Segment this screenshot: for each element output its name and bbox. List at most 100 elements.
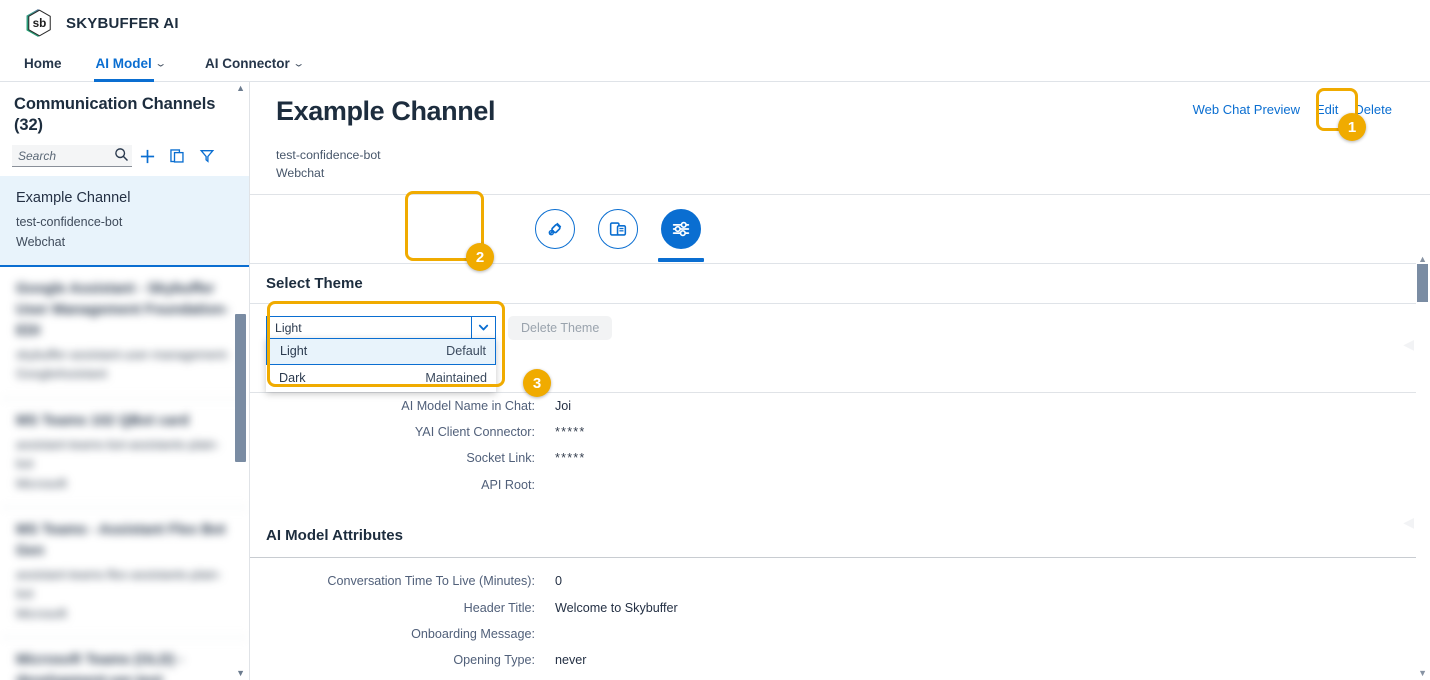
nav-item-ai-model[interactable]: AI Model [93, 44, 155, 82]
field-label: AI Model Name in Chat: [401, 398, 535, 413]
list-item[interactable]: MS Teams - Assistant Flex Bot Gen assist… [0, 508, 249, 639]
annotation-badge-3: 3 [523, 369, 551, 397]
field-label: Header Title: [463, 600, 535, 615]
skybuffer-hexagon-logo-icon: sb [26, 9, 51, 37]
list-item-title: MS Teams 102 QBot card [16, 412, 189, 429]
brand[interactable]: sb SKYBUFFER AI [22, 7, 179, 39]
scroll-up-arrow-icon[interactable]: ▲ [236, 84, 245, 93]
tab-devices[interactable] [598, 208, 638, 249]
sidebar-scrollbar[interactable]: ▲ ▼ [235, 82, 247, 680]
option-label: Dark [279, 371, 306, 386]
list-item-sub1: assistant-teams-bot-assistants-plain-bot [16, 437, 220, 472]
sidebar-scrollbar-thumb[interactable] [235, 314, 246, 462]
theme-select[interactable]: Light [266, 315, 496, 340]
field-value: ***** [555, 425, 586, 440]
tab-connection[interactable] [535, 208, 575, 249]
dropdown-option-light[interactable]: Light Default [266, 337, 496, 365]
scroll-down-arrow-icon[interactable]: ▼ [236, 669, 245, 678]
active-tab-underline [658, 258, 704, 262]
field-value: never [555, 653, 587, 668]
field-row: API Root: [250, 478, 1430, 504]
channel-list: Example Channel test-confidence-bot Webc… [0, 176, 249, 680]
app-root: sb SKYBUFFER AI Home AI Model ⌄ AI Conne… [0, 0, 1430, 680]
field-label: Opening Type: [453, 653, 535, 668]
sidebar: Communication Channels (32) Example Chan… [0, 82, 250, 680]
delete-theme-button[interactable]: Delete Theme [508, 315, 613, 340]
select-theme-section-header: Select Theme [250, 264, 1430, 304]
field-row: Conversation Time To Live (Minutes): 0 [250, 574, 1430, 600]
field-value: ***** [555, 451, 586, 466]
chevron-down-icon-ai-model[interactable]: ⌄ [154, 57, 166, 68]
field-label: Socket Link: [466, 451, 535, 466]
list-item[interactable]: Microsoft Teams (OLD) - development-ver-… [0, 638, 249, 680]
field-label: API Root: [481, 477, 535, 492]
field-row: Header Title: Welcome to Skybuffer [250, 601, 1430, 627]
theme-controls-row: Light Delete Theme Light Default Dark Ma… [250, 304, 1430, 392]
filter-icon[interactable] [192, 144, 222, 168]
devices-icon [609, 221, 627, 236]
page-header: Example Channel Web Chat Preview Edit De… [250, 82, 1430, 127]
field-label: YAI Client Connector: [414, 425, 535, 440]
subinfo-channel-type: Webchat [276, 165, 325, 180]
scroll-down-arrow-icon[interactable]: ▼ [1418, 668, 1427, 678]
main-navigation: Home AI Model ⌄ AI Connector ⌄ [0, 44, 1430, 82]
add-icon[interactable] [132, 144, 162, 168]
sidebar-toolbar [0, 144, 249, 176]
theme-fields: AI Model Name in Chat: Joi YAI Client Co… [250, 393, 1430, 505]
main-scrollbar-thumb[interactable] [1417, 264, 1428, 302]
list-item-sub1: test-confidence-bot [16, 215, 123, 230]
field-label: Conversation Time To Live (Minutes): [327, 574, 535, 589]
chevron-down-icon-ai-connector[interactable]: ⌄ [292, 57, 304, 68]
field-value: Joi [555, 398, 572, 413]
search-icon[interactable] [114, 147, 129, 167]
section-title: AI Model Attributes [266, 527, 403, 545]
list-item[interactable]: MS Teams 102 QBot card assistant-teams-b… [0, 399, 249, 508]
sidebar-title: Communication Channels (32) [14, 95, 216, 135]
nav-item-ai-connector[interactable]: AI Connector [203, 44, 292, 82]
list-item-sub2: Microsoft [16, 606, 67, 621]
main-content: Example Channel Web Chat Preview Edit De… [250, 82, 1430, 680]
list-item-title: MS Teams - Assistant Flex Bot Gen [16, 521, 226, 559]
field-label: Onboarding Message: [411, 627, 535, 641]
field-value: 0 [555, 574, 563, 589]
nav-label: AI Model [95, 55, 152, 71]
svg-text:sb: sb [33, 17, 47, 30]
list-item-title: Google Assistant - Skybuffer User Manage… [16, 280, 229, 340]
list-item-sub1: skybuffer-assistant-user-management- [16, 348, 230, 363]
main-scrollbar[interactable]: ▲ ▼ [1416, 254, 1430, 680]
list-item[interactable]: Google Assistant - Skybuffer User Manage… [0, 267, 249, 399]
field-row: Onboarding Message: [250, 627, 1430, 653]
channel-subinfo: test-confidence-bot Webchat [250, 127, 1430, 183]
collapse-arrow-icon[interactable]: ◀ [1403, 514, 1414, 531]
ai-model-attributes-header: AI Model Attributes [250, 514, 1430, 559]
chevron-down-icon-theme[interactable] [471, 316, 495, 338]
theme-dropdown-list: Light Default Dark Maintained [266, 337, 496, 392]
section-title: Select Theme [266, 274, 363, 292]
tab-settings[interactable] [658, 208, 704, 262]
app-header: sb SKYBUFFER AI [0, 0, 1430, 44]
list-item-title: Example Channel [16, 190, 131, 207]
option-label: Light [280, 344, 308, 359]
icon-tab-bar [250, 195, 1430, 263]
collapse-arrow-icon[interactable]: ◀ [1403, 336, 1414, 353]
field-row: AI Model Name in Chat: Joi [250, 399, 1430, 425]
copy-icon[interactable] [162, 144, 192, 168]
field-row: Opening Type: never [250, 653, 1430, 679]
nav-label: Home [24, 55, 62, 71]
field-row: YAI Client Connector: ***** [250, 425, 1430, 451]
field-row: Socket Link: ***** [250, 451, 1430, 477]
option-status: Maintained [425, 371, 487, 386]
list-item-sub2: GoogleAssistant [16, 367, 108, 382]
theme-select-value: Light [275, 320, 302, 335]
list-item[interactable]: Example Channel test-confidence-bot Webc… [0, 176, 249, 267]
list-item-sub2: Microsoft [16, 476, 67, 491]
nav-label: AI Connector [204, 55, 290, 71]
scroll-up-arrow-icon[interactable]: ▲ [1418, 254, 1427, 264]
option-status: Default [446, 344, 486, 359]
dropdown-option-dark[interactable]: Dark Maintained [266, 365, 496, 392]
settings-sliders-icon [672, 221, 690, 236]
search-field-wrapper[interactable] [12, 145, 132, 168]
nav-item-home[interactable]: Home [22, 44, 64, 82]
annotation-badge-2: 2 [466, 243, 494, 271]
web-chat-preview-link[interactable]: Web Chat Preview [1185, 99, 1308, 120]
